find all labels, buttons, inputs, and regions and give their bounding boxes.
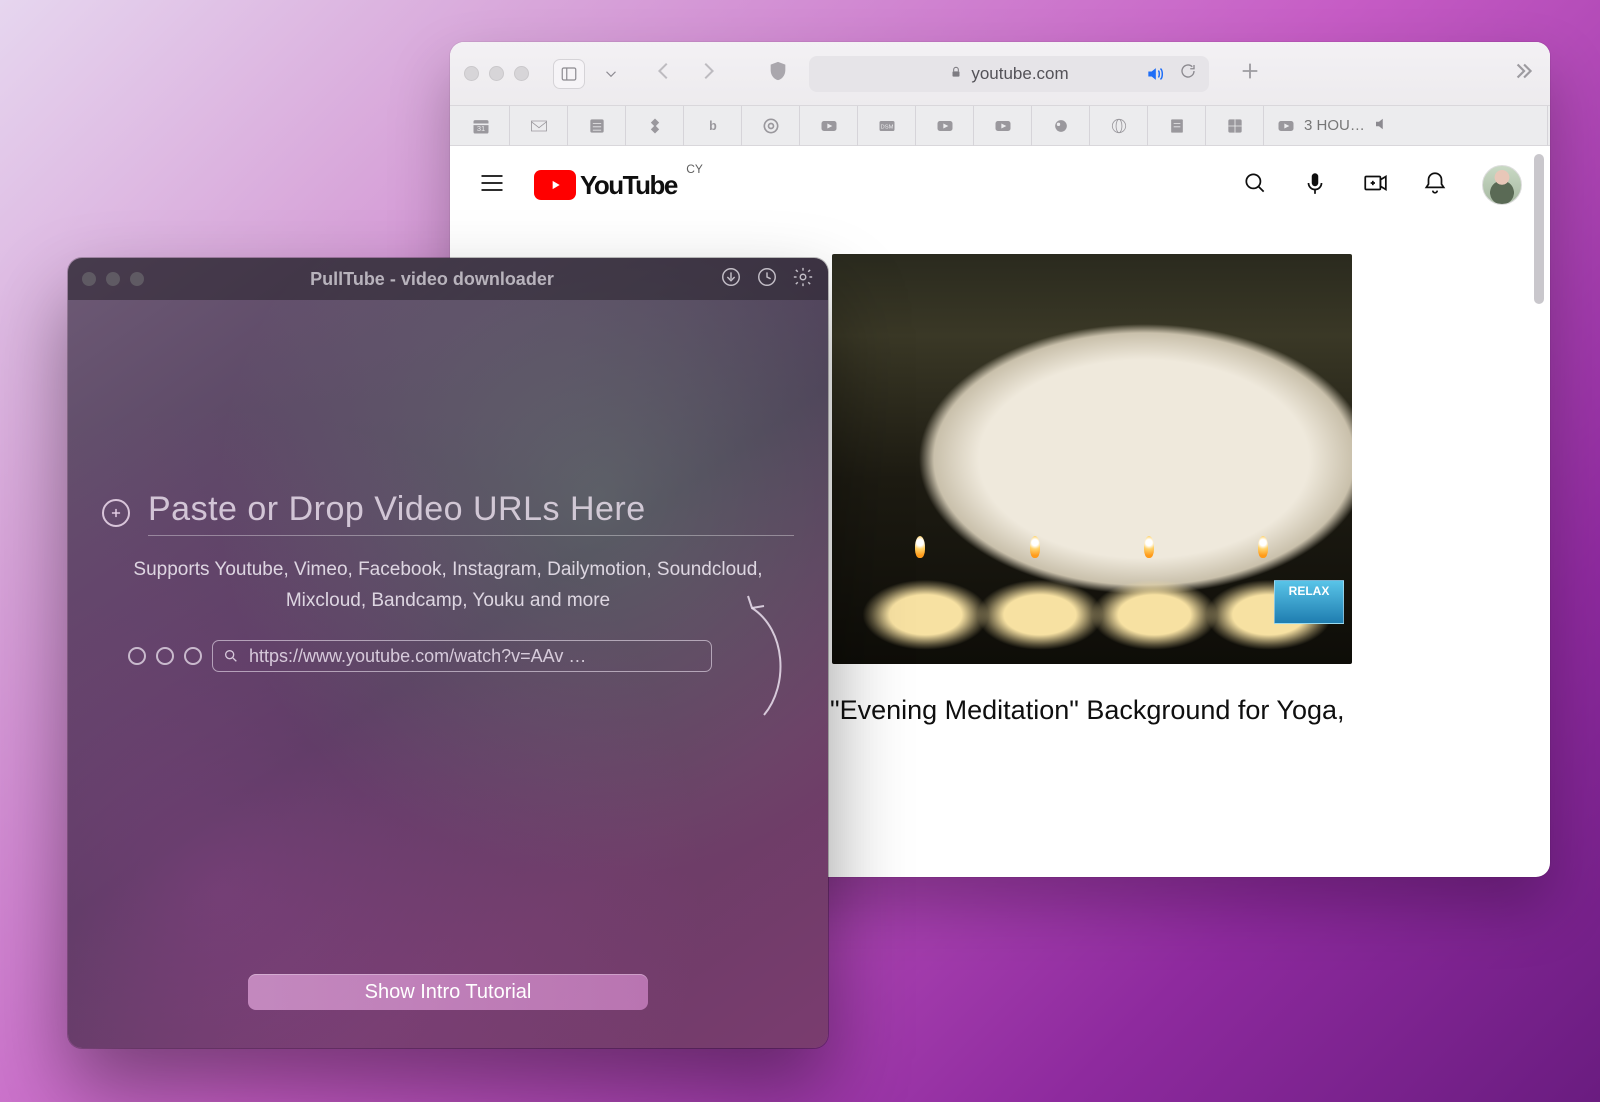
- traffic-close[interactable]: [82, 272, 96, 286]
- reload-button[interactable]: [1179, 62, 1197, 85]
- favorite-yt1[interactable]: [800, 106, 858, 146]
- favorite-list[interactable]: [568, 106, 626, 146]
- favorite-current-label: 3 HOU…: [1304, 117, 1365, 134]
- forward-button[interactable]: [697, 60, 719, 87]
- svg-text:b: b: [709, 119, 717, 133]
- supports-text: Supports Youtube, Vimeo, Facebook, Insta…: [102, 554, 794, 617]
- favorite-current-video[interactable]: 3 HOU…: [1264, 106, 1548, 146]
- new-tab-button[interactable]: [1239, 60, 1261, 87]
- privacy-shield-icon[interactable]: [767, 59, 789, 88]
- arrow-hint-icon: [734, 590, 794, 725]
- favorite-circle[interactable]: [742, 106, 800, 146]
- youtube-header: YouTube CY: [450, 146, 1550, 224]
- favorites-bar: 31 b DSM 3 HOU…: [450, 106, 1550, 146]
- favorite-audio-icon: [1373, 115, 1391, 137]
- candle-icon: [1144, 536, 1154, 558]
- favorite-doc[interactable]: [1148, 106, 1206, 146]
- youtube-logo-text: YouTube: [580, 170, 677, 201]
- favorite-jira[interactable]: [626, 106, 684, 146]
- safari-toolbar: youtube.com: [450, 42, 1550, 106]
- history-icon[interactable]: [756, 266, 778, 293]
- create-button[interactable]: [1362, 170, 1388, 201]
- tab-audio-icon[interactable]: [1145, 64, 1165, 84]
- candle-icon: [1030, 536, 1040, 558]
- pulltube-body: Paste or Drop Video URLs Here Supports Y…: [68, 300, 828, 617]
- youtube-logo-icon: [534, 170, 576, 200]
- settings-icon[interactable]: [792, 266, 814, 293]
- voice-search-button[interactable]: [1302, 170, 1328, 201]
- lock-icon: [949, 64, 963, 84]
- favorite-yt3[interactable]: [974, 106, 1032, 146]
- tab-group-dropdown[interactable]: [595, 59, 627, 89]
- candle-icon: [915, 536, 925, 558]
- url-drop-input[interactable]: Paste or Drop Video URLs Here: [148, 490, 794, 536]
- pulltube-title-text: PullTube - video downloader: [154, 269, 710, 290]
- youtube-country-code: CY: [686, 162, 703, 176]
- candle-icon: [1258, 536, 1268, 558]
- mini-browser-hint: https://www.youtube.com/watch?v=AAv …: [128, 640, 712, 672]
- address-text: youtube.com: [971, 64, 1068, 84]
- user-avatar[interactable]: [1482, 165, 1522, 205]
- svg-text:DSM: DSM: [880, 124, 893, 130]
- scrollbar[interactable]: [1534, 154, 1544, 304]
- favorite-blob[interactable]: [1032, 106, 1090, 146]
- favorite-b[interactable]: b: [684, 106, 742, 146]
- thumb-relax-badge: RELAX: [1274, 580, 1344, 624]
- traffic-zoom[interactable]: [514, 66, 529, 81]
- search-icon: [223, 648, 239, 664]
- traffic-zoom[interactable]: [130, 272, 144, 286]
- sidebar-toggle-button[interactable]: [553, 59, 585, 89]
- traffic-minimize[interactable]: [489, 66, 504, 81]
- add-url-button[interactable]: [102, 499, 130, 527]
- mini-traffic-icon: [128, 647, 202, 665]
- video-thumbnail[interactable]: RELAX: [832, 254, 1352, 664]
- traffic-minimize[interactable]: [106, 272, 120, 286]
- safari-traffic-lights[interactable]: [464, 66, 529, 81]
- mini-url-bar: https://www.youtube.com/watch?v=AAv …: [212, 640, 712, 672]
- pulltube-window: PullTube - video downloader Paste or Dro…: [68, 258, 828, 1048]
- notifications-button[interactable]: [1422, 170, 1448, 201]
- downloads-icon[interactable]: [720, 266, 742, 293]
- favorite-gmail[interactable]: [510, 106, 568, 146]
- favorite-globe[interactable]: [1090, 106, 1148, 146]
- toolbar-overflow-button[interactable]: [1510, 58, 1536, 89]
- favorite-dsm[interactable]: DSM: [858, 106, 916, 146]
- traffic-close[interactable]: [464, 66, 479, 81]
- favorite-grid[interactable]: [1206, 106, 1264, 146]
- favorite-yt2[interactable]: [916, 106, 974, 146]
- pulltube-traffic-lights[interactable]: [82, 272, 144, 286]
- mini-url-text: https://www.youtube.com/watch?v=AAv …: [249, 646, 586, 667]
- favorite-calendar[interactable]: 31: [452, 106, 510, 146]
- hamburger-menu-button[interactable]: [478, 169, 506, 202]
- search-button[interactable]: [1242, 170, 1268, 201]
- svg-text:31: 31: [476, 124, 484, 133]
- pulltube-titlebar: PullTube - video downloader: [68, 258, 828, 300]
- address-bar[interactable]: youtube.com: [809, 56, 1209, 92]
- show-intro-tutorial-button[interactable]: Show Intro Tutorial: [248, 974, 648, 1010]
- back-button[interactable]: [653, 60, 675, 87]
- youtube-logo[interactable]: YouTube CY: [534, 170, 677, 201]
